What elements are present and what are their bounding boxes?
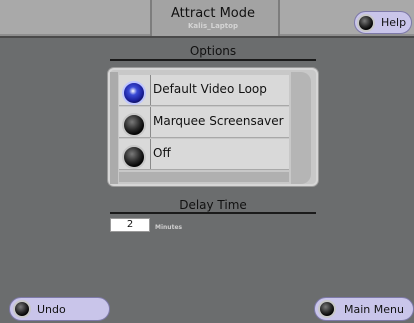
knob-icon <box>13 300 31 318</box>
option-off[interactable]: Off <box>119 139 289 170</box>
option-label: Off <box>153 146 171 160</box>
undo-button[interactable]: Undo <box>9 297 110 321</box>
delay-heading-underline <box>110 212 316 214</box>
delay-unit-label: Minutes <box>155 224 183 231</box>
knob-icon <box>357 13 375 32</box>
radio-unselected-icon <box>122 113 146 137</box>
option-default-video-loop[interactable]: Default Video Loop <box>119 75 289 106</box>
machine-name: Kalis_Laptop <box>188 22 238 30</box>
options-panel-right-rail <box>291 72 311 184</box>
options-heading-underline <box>110 59 316 61</box>
radio-unselected-icon <box>122 145 146 169</box>
radio-selected-icon <box>122 81 146 105</box>
option-marquee-screensaver[interactable]: Marquee Screensaver <box>119 107 289 138</box>
options-panel-footer-strip <box>119 172 289 182</box>
knob-icon <box>318 300 336 318</box>
delay-minutes-input[interactable]: 2 <box>110 218 150 232</box>
page-title: Attract Mode <box>171 6 255 21</box>
help-button[interactable]: Help <box>354 11 412 34</box>
help-button-label: Help <box>381 16 407 29</box>
main-menu-button-label: Main Menu <box>344 302 404 316</box>
options-panel-left-rail <box>110 72 118 184</box>
option-label: Marquee Screensaver <box>153 114 284 128</box>
option-label: Default Video Loop <box>153 82 267 96</box>
main-menu-button[interactable]: Main Menu <box>314 297 414 321</box>
delay-heading: Delay Time <box>179 198 247 212</box>
undo-button-label: Undo <box>37 302 66 316</box>
options-heading: Options <box>189 44 237 58</box>
